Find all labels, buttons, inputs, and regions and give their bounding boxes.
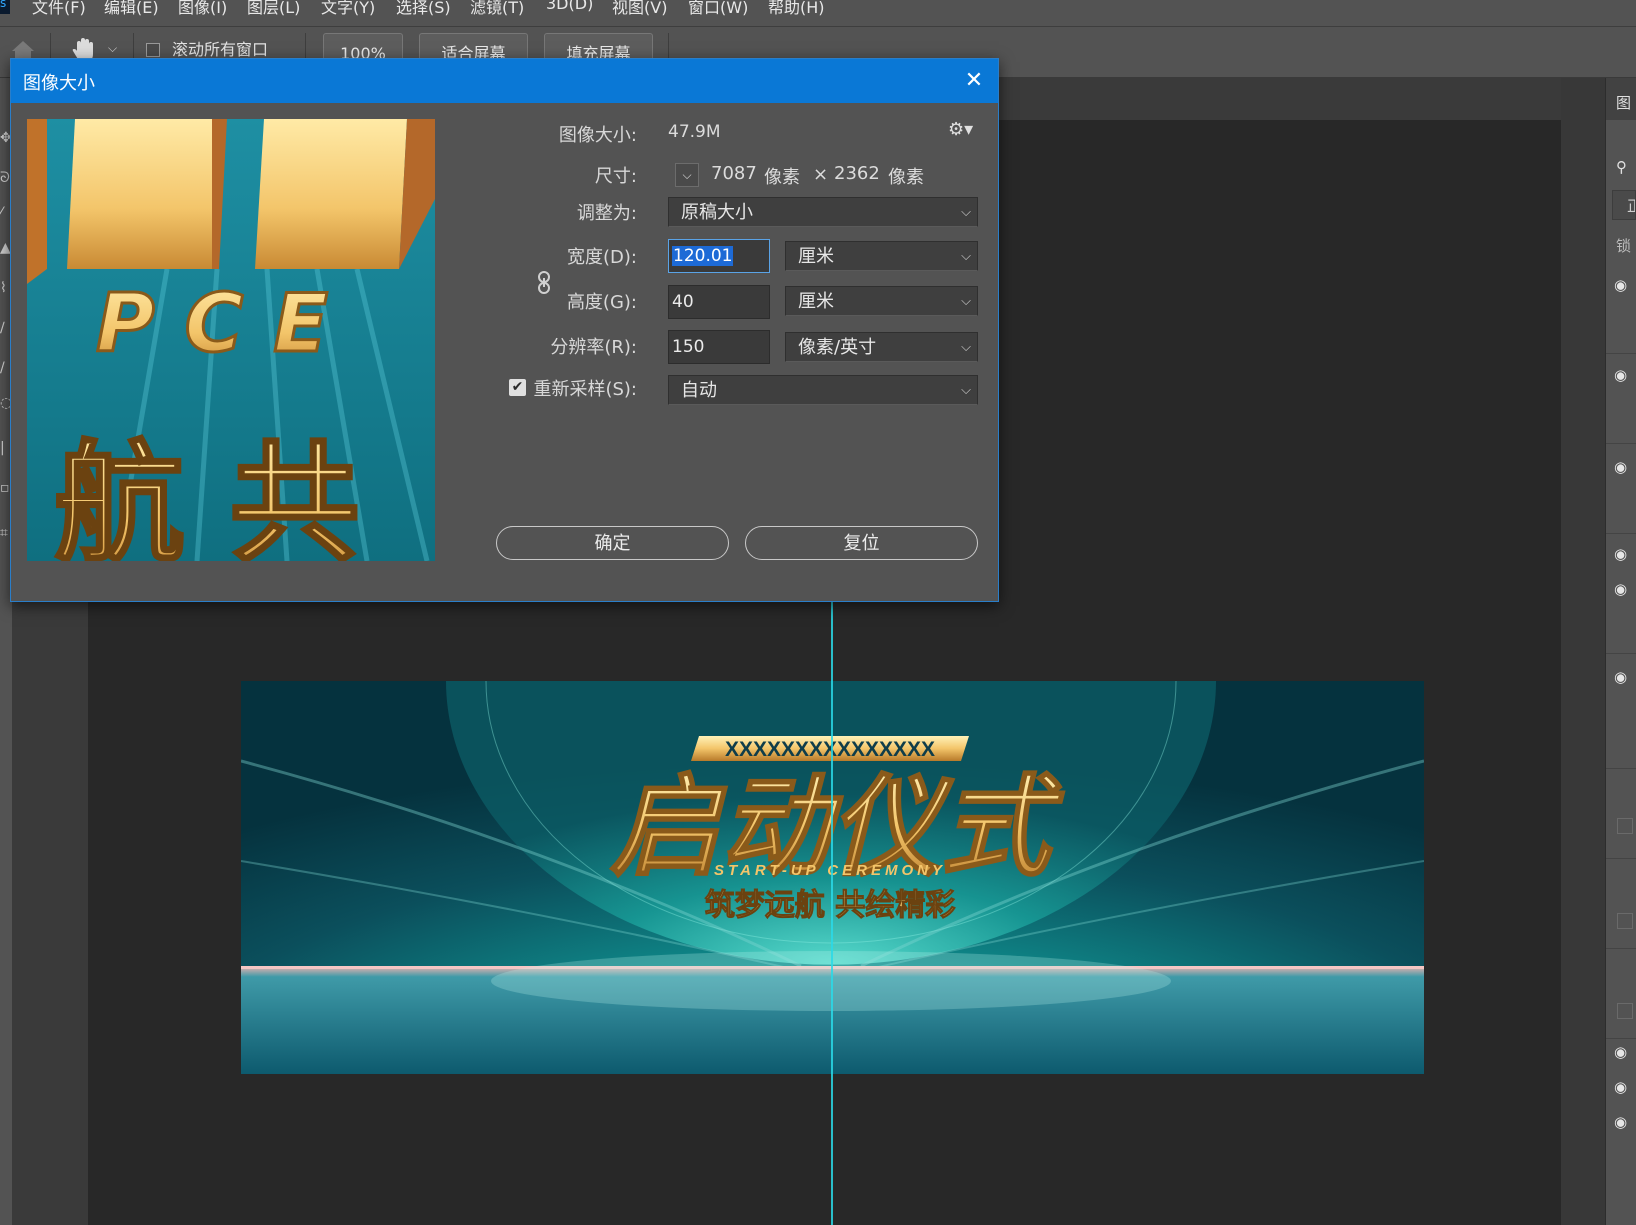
layers-panel: 图 ⚲ 正 锁 ◉ ◉ ◉ ◉ ◉ ◉ ◉ ◉ ◉	[1605, 78, 1636, 1225]
resample-value: 自动	[681, 380, 717, 401]
menu-help[interactable]: 帮助(H)	[768, 0, 825, 18]
chevron-down-icon: ⌵	[961, 249, 971, 264]
layer-visibility-eye-icon[interactable]: ◉	[1614, 1043, 1627, 1061]
layer-visibility-eye-icon[interactable]: ◉	[1614, 458, 1627, 476]
dimension-width-value: 7087	[711, 163, 757, 184]
layer-visibility-eye-icon[interactable]: ◉	[1614, 366, 1627, 384]
photoshop-logo-icon[interactable]: s	[0, 0, 10, 14]
menu-filter[interactable]: 滤镜(T)	[470, 0, 524, 18]
blend-mode-select[interactable]: 正	[1612, 190, 1636, 220]
banner-tag-text: XXXXXXXXXXXXXXX	[725, 738, 935, 761]
height-unit-select[interactable]: 厘米 ⌵	[785, 286, 978, 316]
dialog-title-bar[interactable]: 图像大小 ✕	[11, 59, 998, 103]
lock-label: 锁	[1616, 237, 1632, 255]
menu-view[interactable]: 视图(V)	[612, 0, 667, 18]
menu-select[interactable]: 选择(S)	[396, 0, 451, 18]
image-size-value: 47.9M	[668, 122, 721, 142]
dimension-width-unit: 像素	[764, 167, 800, 188]
banner-subtitle-en-text: START-UP CEREMONY	[714, 862, 946, 879]
resolution-unit-value: 像素/英寸	[798, 337, 877, 358]
chevron-down-icon[interactable]: ⌵	[108, 41, 117, 56]
height-unit-value: 厘米	[798, 291, 834, 312]
chevron-down-icon: ⌵	[961, 294, 971, 309]
menu-bar: s 文件(F) 编辑(E) 图像(I) 图层(L) 文字(Y) 选择(S) 滤镜…	[0, 0, 1636, 27]
width-unit-value: 厘米	[798, 246, 834, 267]
dimension-height-unit: 像素	[888, 167, 924, 188]
gear-icon[interactable]: ⚙▾	[948, 119, 973, 140]
chevron-down-icon: ⌵	[961, 383, 971, 398]
menu-window[interactable]: 窗口(W)	[688, 0, 748, 18]
dimensions-label: 尺寸:	[594, 166, 637, 187]
chevron-down-icon: ⌵	[961, 340, 971, 355]
layer-visibility-eye-icon[interactable]: ◉	[1614, 668, 1627, 686]
height-input[interactable]: 40	[668, 285, 770, 319]
layer-visibility-eye-icon[interactable]: ◉	[1614, 580, 1627, 598]
width-value: 120.01	[672, 246, 734, 266]
menu-3d[interactable]: 3D(D)	[546, 0, 593, 13]
layer-visibility-eye-icon[interactable]: ◉	[1614, 545, 1627, 563]
resample-label: 重新采样(S):	[533, 379, 637, 400]
dimensions-unit-dropdown[interactable]: ⌵	[675, 163, 699, 187]
menu-type[interactable]: 文字(Y)	[321, 0, 375, 18]
vertical-scrollbar[interactable]	[1561, 78, 1605, 1225]
dimension-height-value: 2362	[834, 163, 880, 184]
image-size-dialog: 图像大小 ✕ PCE 航 共 图像大小: 47.9M ⚙▾ 尺寸: ⌵ 7087…	[10, 58, 999, 602]
layers-panel-title: 图	[1616, 94, 1632, 112]
height-label: 高度(G):	[566, 292, 637, 313]
fit-to-select[interactable]: 原稿大小 ⌵	[668, 197, 978, 227]
layer-visibility-off-box[interactable]	[1617, 818, 1633, 834]
constrain-proportions-link-icon[interactable]	[537, 271, 551, 295]
fit-to-value: 原稿大小	[681, 202, 753, 223]
scroll-all-checkbox[interactable]	[146, 43, 160, 57]
width-unit-select[interactable]: 厘米 ⌵	[785, 241, 978, 271]
dimension-times: ×	[813, 164, 829, 185]
resample-checkbox[interactable]: ✔	[509, 379, 526, 396]
resolution-label: 分辨率(R):	[550, 337, 637, 358]
fit-to-label: 调整为:	[576, 203, 637, 224]
layer-visibility-off-box[interactable]	[1617, 913, 1633, 929]
menu-image[interactable]: 图像(I)	[178, 0, 227, 18]
resolution-input[interactable]: 150	[668, 330, 770, 364]
resample-select[interactable]: 自动 ⌵	[668, 375, 978, 405]
banner-slogan-text: 筑梦远航 共绘精彩	[705, 888, 955, 923]
dialog-title: 图像大小	[23, 73, 95, 94]
menu-layer[interactable]: 图层(L)	[247, 0, 300, 18]
preview-chars-text: 航 共	[54, 428, 359, 561]
chevron-down-icon: ⌵	[961, 205, 971, 220]
ok-button[interactable]: 确定	[496, 526, 729, 560]
layers-panel-tab[interactable]: 图	[1606, 78, 1636, 120]
width-input[interactable]: 120.01	[668, 239, 770, 273]
resolution-unit-select[interactable]: 像素/英寸 ⌵	[785, 332, 978, 362]
close-icon[interactable]: ✕	[957, 65, 991, 97]
document-tab-strip	[955, 78, 1605, 120]
image-preview[interactable]: PCE 航 共	[27, 119, 435, 561]
search-icon[interactable]: ⚲	[1616, 158, 1627, 176]
layer-visibility-eye-icon[interactable]: ◉	[1614, 1113, 1627, 1131]
vertical-guide-line[interactable]	[831, 598, 833, 1225]
menu-edit[interactable]: 编辑(E)	[104, 0, 159, 18]
width-label: 宽度(D):	[567, 247, 637, 268]
layer-visibility-eye-icon[interactable]: ◉	[1614, 1078, 1627, 1096]
menu-file[interactable]: 文件(F)	[32, 0, 86, 18]
scroll-all-label: 滚动所有窗口	[172, 40, 269, 59]
reset-button[interactable]: 复位	[745, 526, 978, 560]
image-size-label: 图像大小:	[558, 125, 637, 146]
layer-visibility-off-box[interactable]	[1617, 1003, 1633, 1019]
layer-visibility-eye-icon[interactable]: ◉	[1614, 276, 1627, 294]
preview-letters-text: PCE	[96, 277, 358, 370]
